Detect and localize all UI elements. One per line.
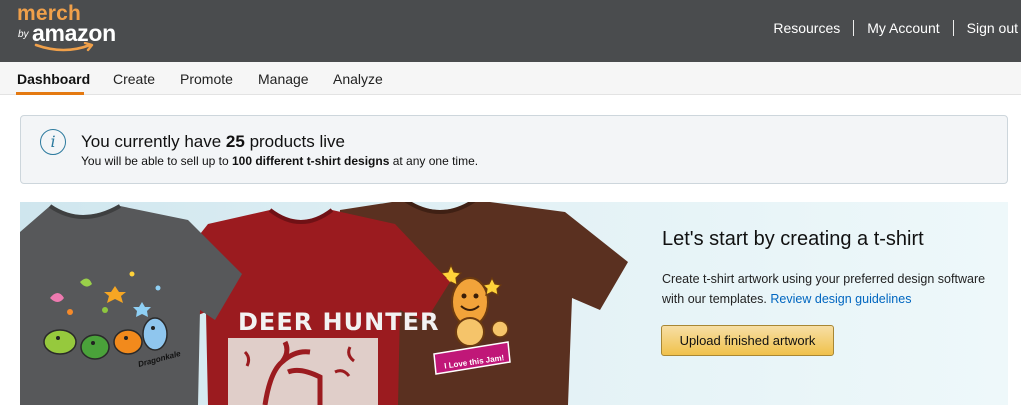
products-live-suffix: products live: [244, 132, 346, 151]
nav-divider: [853, 20, 855, 36]
design-limit-bold: 100 different t-shirt designs: [232, 154, 390, 168]
tab-promote[interactable]: Promote: [180, 71, 233, 87]
tshirt-samples-image: I Love this Jam! DEER HUNTER Dragonkale: [20, 202, 628, 405]
banner-description: Create t-shirt artwork using your prefer…: [662, 269, 992, 309]
upload-finished-artwork-button[interactable]: Upload finished artwork: [661, 325, 834, 356]
info-icon: i: [40, 129, 66, 155]
top-header: merch by amazon Resources My Account Sig…: [0, 0, 1021, 62]
tab-analyze[interactable]: Analyze: [333, 71, 383, 87]
sign-out-link[interactable]: Sign out: [967, 20, 1018, 36]
tab-manage[interactable]: Manage: [258, 71, 309, 87]
design-limit-prefix: You will be able to sell up to: [81, 154, 232, 168]
banner-title: Let's start by creating a t-shirt: [662, 228, 924, 250]
merch-by-amazon-logo[interactable]: merch by amazon: [17, 2, 137, 58]
products-live-notice: i You currently have 25 products live Yo…: [20, 115, 1008, 184]
account-nav: Resources My Account Sign out: [773, 20, 1018, 36]
tab-dashboard[interactable]: Dashboard: [17, 71, 90, 87]
products-live-count: 25: [225, 132, 245, 151]
logo-by-text: by: [18, 29, 29, 40]
active-tab-indicator: [16, 92, 84, 95]
products-live-prefix: You currently have: [81, 132, 226, 151]
create-tshirt-banner: I Love this Jam! DEER HUNTER Dragonkale …: [20, 202, 1008, 405]
shirt2-caption: DEER HUNTER: [238, 308, 439, 336]
review-design-guidelines-link[interactable]: Review design guidelines: [770, 292, 911, 306]
design-limit-suffix: at any one time.: [389, 154, 479, 168]
design-limit-text: You will be able to sell up to 100 diffe…: [81, 154, 478, 168]
amazon-smile-icon: [34, 42, 94, 52]
resources-link[interactable]: Resources: [773, 20, 840, 36]
tab-create[interactable]: Create: [113, 71, 155, 87]
main-tabs: Dashboard Create Promote Manage Analyze: [0, 62, 1021, 95]
nav-divider: [952, 20, 954, 36]
products-live-heading: You currently have 25 products live: [81, 132, 345, 152]
my-account-link[interactable]: My Account: [867, 20, 939, 36]
